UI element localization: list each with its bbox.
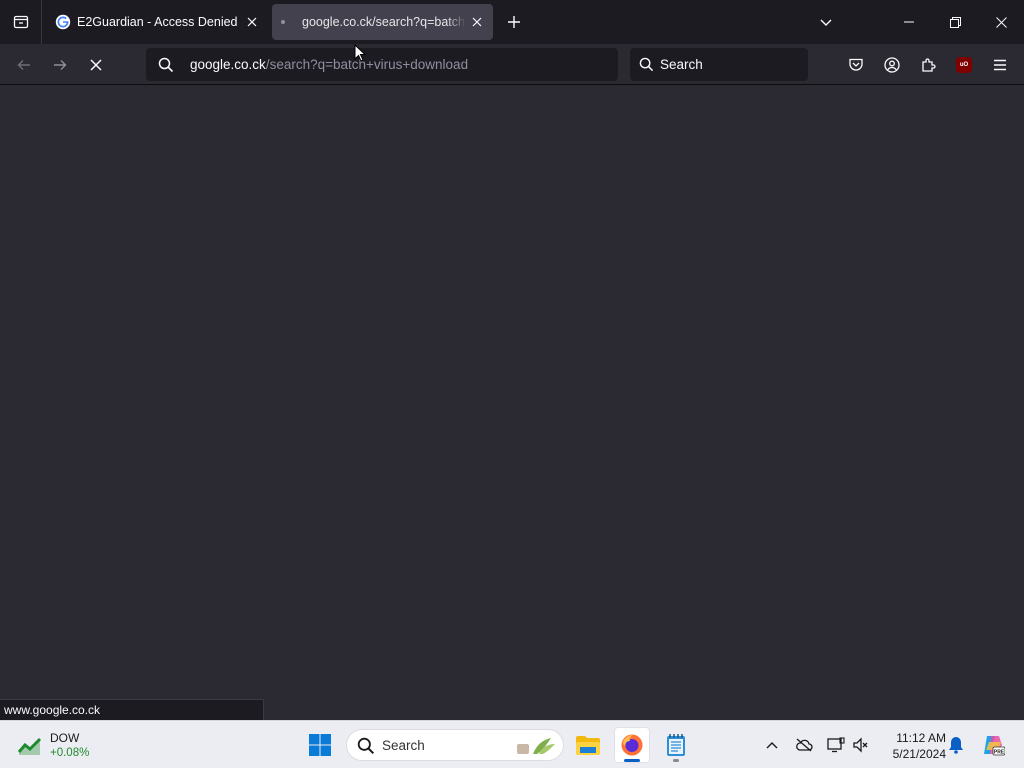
account-icon — [884, 57, 900, 73]
monitor-icon — [827, 737, 845, 753]
stock-chart-icon — [18, 737, 42, 755]
clock-time: 11:12 AM — [896, 731, 946, 745]
extensions-icon — [922, 58, 936, 72]
search-icon — [639, 57, 654, 72]
taskbar-clock[interactable]: 11:12 AM 5/21/2024 — [880, 730, 946, 762]
active-app-indicator — [624, 759, 640, 762]
pocket-icon — [849, 58, 863, 71]
page-content-area — [0, 85, 1024, 720]
url-host: google.co.ck — [190, 57, 266, 72]
minimize-button[interactable] — [886, 0, 932, 44]
tab-e2guardian[interactable]: E2Guardian - Access Denied — [44, 4, 268, 40]
start-button[interactable] — [302, 727, 338, 763]
mouse-cursor-icon — [354, 44, 366, 62]
stock-change: +0.08% — [50, 747, 90, 759]
file-explorer-button[interactable] — [570, 727, 606, 763]
chevron-down-icon — [820, 19, 832, 26]
arrow-left-icon — [17, 60, 30, 70]
windows-taskbar: DOW +0.08% Search 11:12 AM 5/21/2024 PRE — [0, 720, 1024, 768]
display-tray-button[interactable] — [826, 735, 846, 755]
tab-google-search[interactable]: google.co.ck/search?q=batch+virus+downlo… — [272, 4, 493, 40]
copilot-icon: PRE — [984, 736, 1005, 756]
search-placeholder: Search — [660, 57, 703, 72]
notepad-icon — [667, 734, 685, 756]
pocket-button[interactable] — [841, 50, 871, 80]
search-highlight-icon — [517, 738, 555, 754]
minimize-icon — [904, 21, 914, 23]
clock-date: 5/21/2024 — [892, 747, 946, 761]
plus-icon — [508, 16, 520, 28]
account-button[interactable] — [877, 50, 907, 80]
svg-text:PRE: PRE — [994, 750, 1005, 756]
url-path: /search?q=batch+virus+download — [265, 57, 469, 72]
forward-button[interactable] — [45, 50, 75, 80]
onedrive-tray-button[interactable] — [794, 735, 814, 755]
ublock-origin-button[interactable]: uO — [949, 50, 979, 80]
running-app-indicator — [673, 759, 679, 762]
tab-title: E2Guardian - Access Denied — [77, 15, 238, 29]
status-panel: www.google.co.ck — [0, 699, 264, 720]
cloud-off-icon — [796, 738, 813, 752]
taskbar-search-placeholder: Search — [382, 738, 425, 753]
folder-icon — [576, 736, 600, 755]
firefox-view-button[interactable] — [0, 0, 42, 44]
restore-icon — [949, 16, 961, 28]
search-bar[interactable]: Search — [630, 48, 808, 81]
address-bar[interactable]: google.co.ck/search?q=batch+virus+downlo… — [146, 48, 618, 81]
notifications-button[interactable] — [946, 735, 966, 755]
firefox-taskbar-button[interactable] — [614, 727, 650, 763]
notepad-taskbar-button[interactable] — [658, 727, 694, 763]
list-all-tabs-button[interactable] — [814, 10, 838, 34]
extensions-button[interactable] — [913, 50, 943, 80]
show-hidden-icons-button[interactable] — [762, 735, 782, 755]
stop-icon — [90, 59, 102, 71]
new-tab-button[interactable] — [502, 10, 526, 34]
windows-logo-icon — [309, 734, 331, 756]
stock-name: DOW — [50, 731, 80, 745]
navigation-toolbar: google.co.ck/search?q=batch+virus+downlo… — [0, 44, 1024, 85]
firefox-icon — [621, 734, 643, 756]
ublock-origin-icon: uO — [956, 57, 972, 73]
search-icon — [357, 737, 375, 755]
taskbar-search[interactable]: Search — [346, 729, 564, 761]
tab-bar: E2Guardian - Access Denied google.co.ck/… — [0, 0, 1024, 44]
hamburger-menu-icon — [994, 59, 1006, 71]
menu-button[interactable] — [985, 50, 1015, 80]
volume-tray-button[interactable] — [851, 735, 871, 755]
search-icon — [158, 57, 174, 73]
loading-dot-icon — [281, 20, 285, 24]
tab-title: google.co.ck/search?q=batch+virus+downlo… — [302, 15, 466, 29]
copilot-button[interactable]: PRE — [980, 732, 1006, 758]
firefox-view-icon — [13, 15, 28, 29]
bell-icon — [949, 737, 963, 754]
stop-button[interactable] — [81, 50, 111, 80]
close-window-button[interactable] — [978, 0, 1024, 44]
speaker-muted-icon — [853, 737, 868, 753]
url-text[interactable]: google.co.ck/search?q=batch+virus+downlo… — [190, 57, 468, 72]
chevron-up-icon — [766, 742, 778, 749]
close-icon — [995, 16, 1007, 28]
arrow-right-icon — [54, 60, 67, 70]
restore-button[interactable] — [932, 0, 978, 44]
google-favicon-icon — [55, 14, 71, 30]
back-button[interactable] — [9, 50, 39, 80]
close-tab-icon[interactable] — [244, 14, 260, 30]
close-tab-icon[interactable] — [469, 14, 485, 30]
